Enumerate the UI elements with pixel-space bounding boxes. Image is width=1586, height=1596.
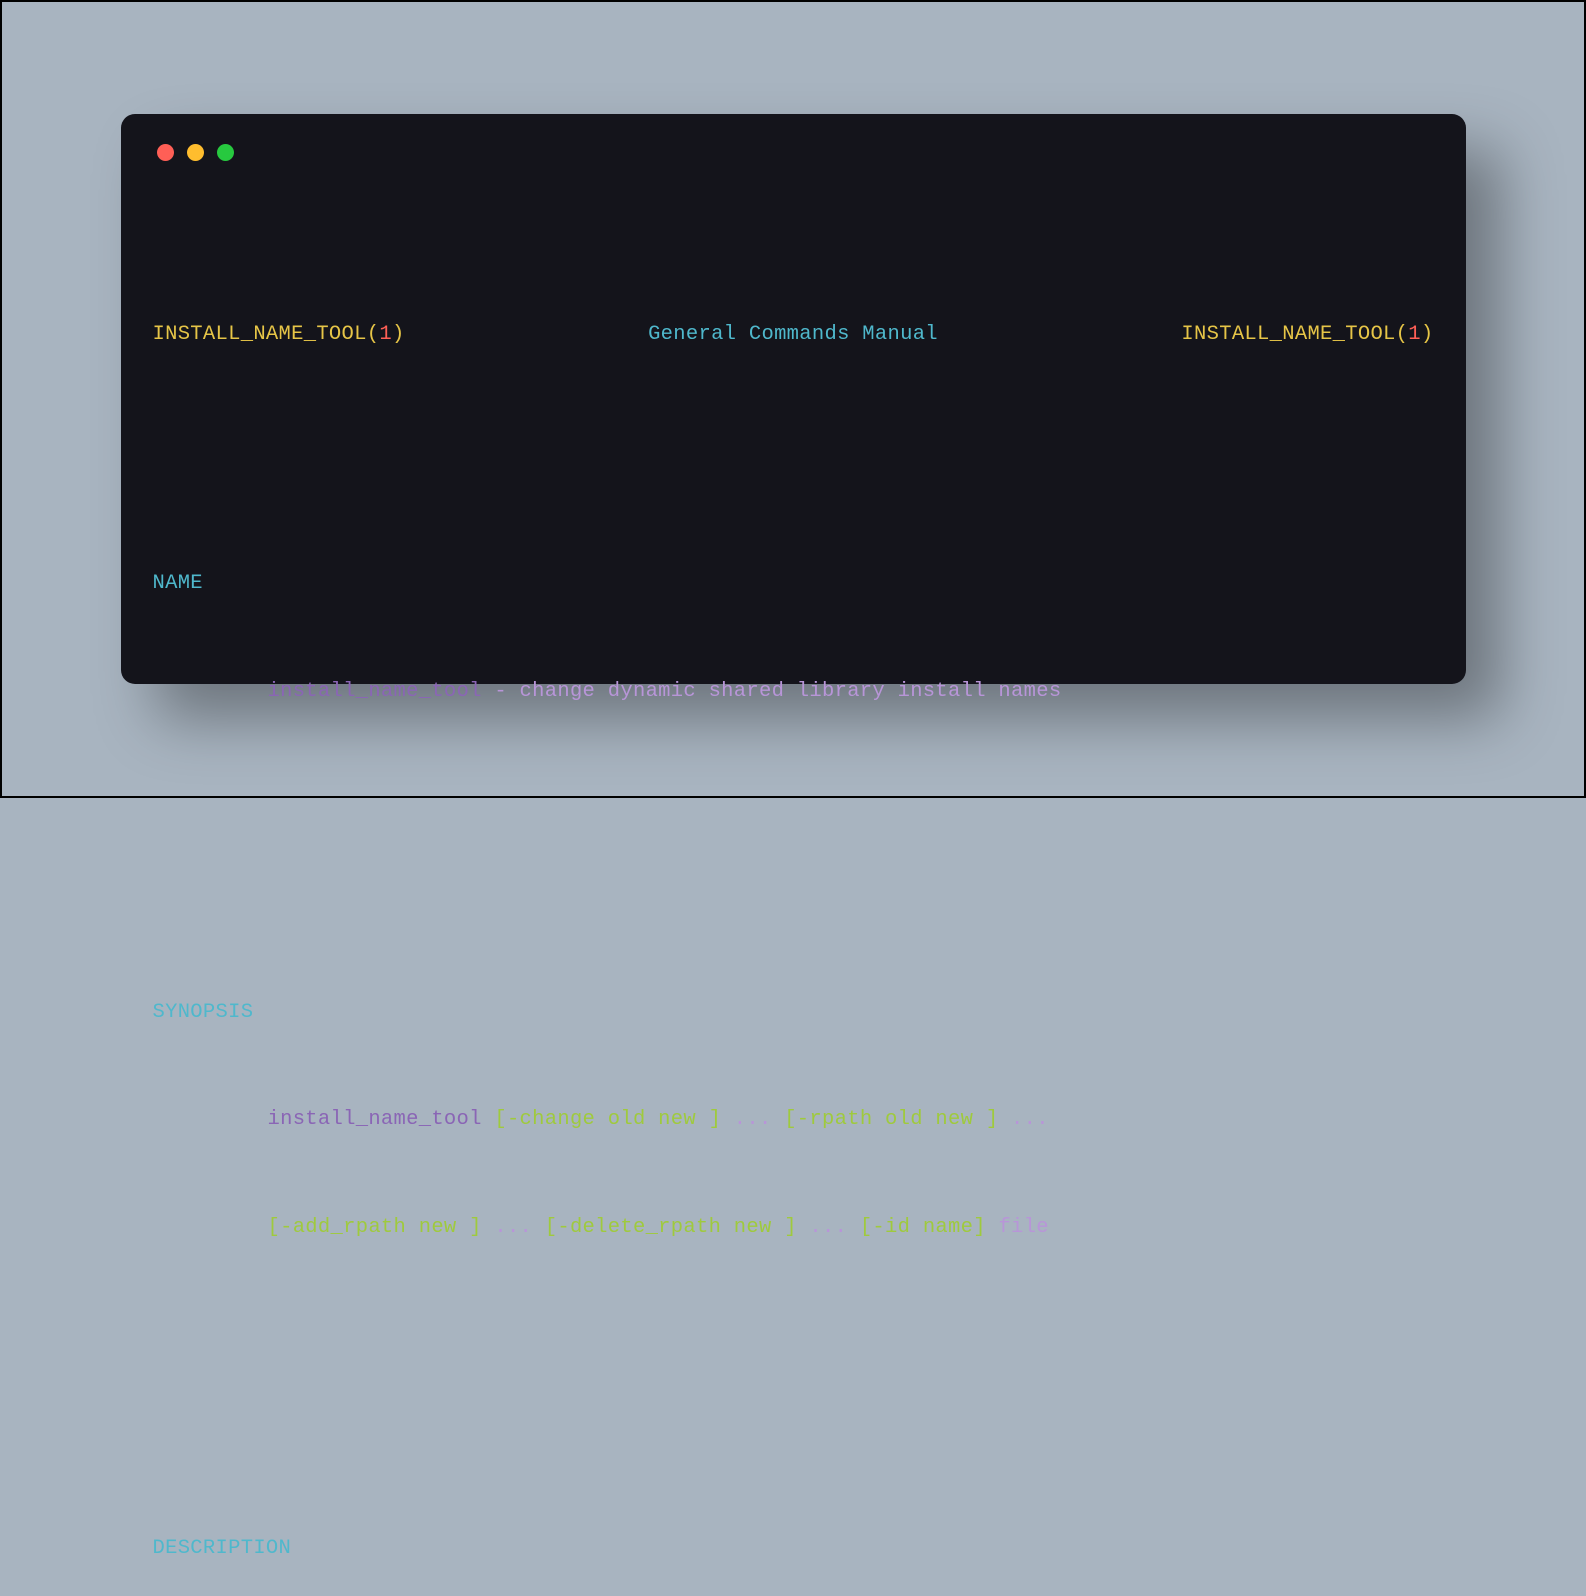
syn-text: file <box>986 1216 1049 1239</box>
man-section-right: 1 <box>1408 323 1421 346</box>
terminal-window: INSTALL_NAME_TOOL(1) General Commands Ma… <box>121 114 1466 684</box>
section-heading-name: NAME <box>153 566 1434 602</box>
syn-opt: [-change old new ] <box>494 1108 721 1131</box>
syn-text: install_name_tool <box>268 1108 495 1131</box>
synopsis-line-1: install_name_tool [-change old new ] ...… <box>153 1102 1434 1138</box>
minimize-icon[interactable] <box>187 144 204 161</box>
synopsis-line-2: [-add_rpath new ] ... [-delete_rpath new… <box>153 1210 1434 1246</box>
syn-text: ... <box>482 1216 545 1239</box>
name-line: install_name_tool - change dynamic share… <box>153 674 1434 710</box>
man-header-left: INSTALL_NAME_TOOL(1) <box>153 317 405 353</box>
syn-text: ... <box>797 1216 860 1239</box>
section-heading-synopsis: SYNOPSIS <box>153 995 1434 1031</box>
syn-text: ... <box>721 1108 784 1131</box>
paren-close: ) <box>392 323 405 346</box>
paren-open: ( <box>1396 323 1409 346</box>
dash: - <box>482 680 520 703</box>
syn-opt: [-rpath old new ] <box>784 1108 998 1131</box>
man-section-left: 1 <box>379 323 392 346</box>
man-name-left: INSTALL_NAME_TOOL <box>153 323 367 346</box>
window-controls <box>157 144 1434 161</box>
man-header: INSTALL_NAME_TOOL(1) General Commands Ma… <box>153 317 1434 353</box>
tool-desc: change dynamic shared library install na… <box>520 680 1062 703</box>
syn-opt: [-add_rpath new ] <box>268 1216 482 1239</box>
synopsis-section: SYNOPSIS install_name_tool [-change old … <box>153 923 1434 1318</box>
man-header-right: INSTALL_NAME_TOOL(1) <box>1181 317 1433 353</box>
man-name-right: INSTALL_NAME_TOOL <box>1181 323 1395 346</box>
man-header-center: General Commands Manual <box>648 317 938 353</box>
description-section: DESCRIPTION Install_name_tool changes th… <box>153 1459 1434 1596</box>
man-page-content: INSTALL_NAME_TOOL(1) General Commands Ma… <box>153 209 1434 1596</box>
syn-opt: [-delete_rpath new ] <box>545 1216 797 1239</box>
syn-opt: [-id name] <box>860 1216 986 1239</box>
name-section: NAME install_name_tool - change dynamic … <box>153 494 1434 781</box>
maximize-icon[interactable] <box>217 144 234 161</box>
tool-name: install_name_tool <box>268 680 482 703</box>
syn-text: ... <box>998 1108 1048 1131</box>
close-icon[interactable] <box>157 144 174 161</box>
section-heading-description: DESCRIPTION <box>153 1531 1434 1567</box>
paren-close: ) <box>1421 323 1434 346</box>
paren-open: ( <box>367 323 380 346</box>
